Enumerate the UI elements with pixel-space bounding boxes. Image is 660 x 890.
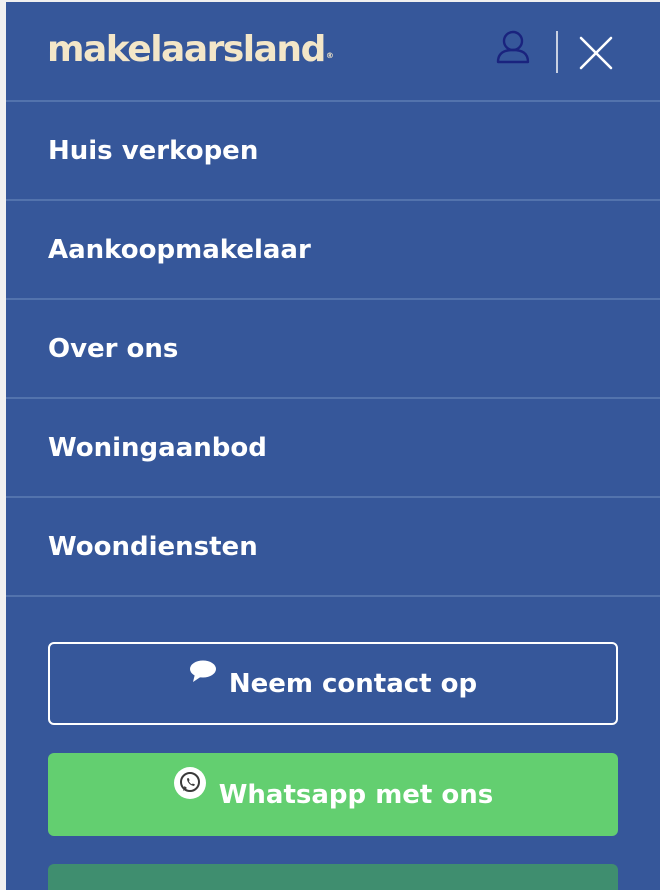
menu-item-huis-verkopen[interactable]: Huis verkopen bbox=[6, 100, 660, 199]
brand-logo-text: makelaarsland bbox=[47, 29, 326, 70]
menu-item-aankoopmakelaar[interactable]: Aankoopmakelaar bbox=[6, 199, 660, 298]
contact-button-label: Neem contact op bbox=[228, 668, 478, 699]
menu-item-woondiensten[interactable]: Woondiensten bbox=[6, 496, 660, 597]
menu-item-over-ons[interactable]: Over ons bbox=[6, 298, 660, 397]
menu-item-woningaanbod[interactable]: Woningaanbod bbox=[6, 397, 660, 496]
speech-bubble-icon bbox=[189, 660, 217, 691]
contact-button[interactable]: Neem contact op bbox=[48, 642, 618, 725]
additional-action-button[interactable] bbox=[48, 864, 618, 890]
mobile-menu-panel: makelaarsland® Huis verkopen Aankoopmake… bbox=[6, 2, 660, 890]
account-button[interactable] bbox=[494, 28, 532, 68]
menu-header: makelaarsland® bbox=[6, 2, 660, 100]
main-nav-menu: Huis verkopen Aankoopmakelaar Over ons W… bbox=[6, 100, 660, 597]
whatsapp-icon bbox=[173, 766, 207, 807]
brand-logo[interactable]: makelaarsland® bbox=[47, 28, 334, 72]
whatsapp-button-label: Whatsapp met ons bbox=[218, 779, 494, 810]
registered-mark: ® bbox=[325, 51, 334, 60]
header-divider bbox=[556, 31, 558, 73]
whatsapp-button[interactable]: Whatsapp met ons bbox=[48, 753, 618, 836]
close-button[interactable] bbox=[578, 35, 614, 71]
close-icon bbox=[579, 36, 613, 70]
user-icon bbox=[496, 30, 530, 64]
